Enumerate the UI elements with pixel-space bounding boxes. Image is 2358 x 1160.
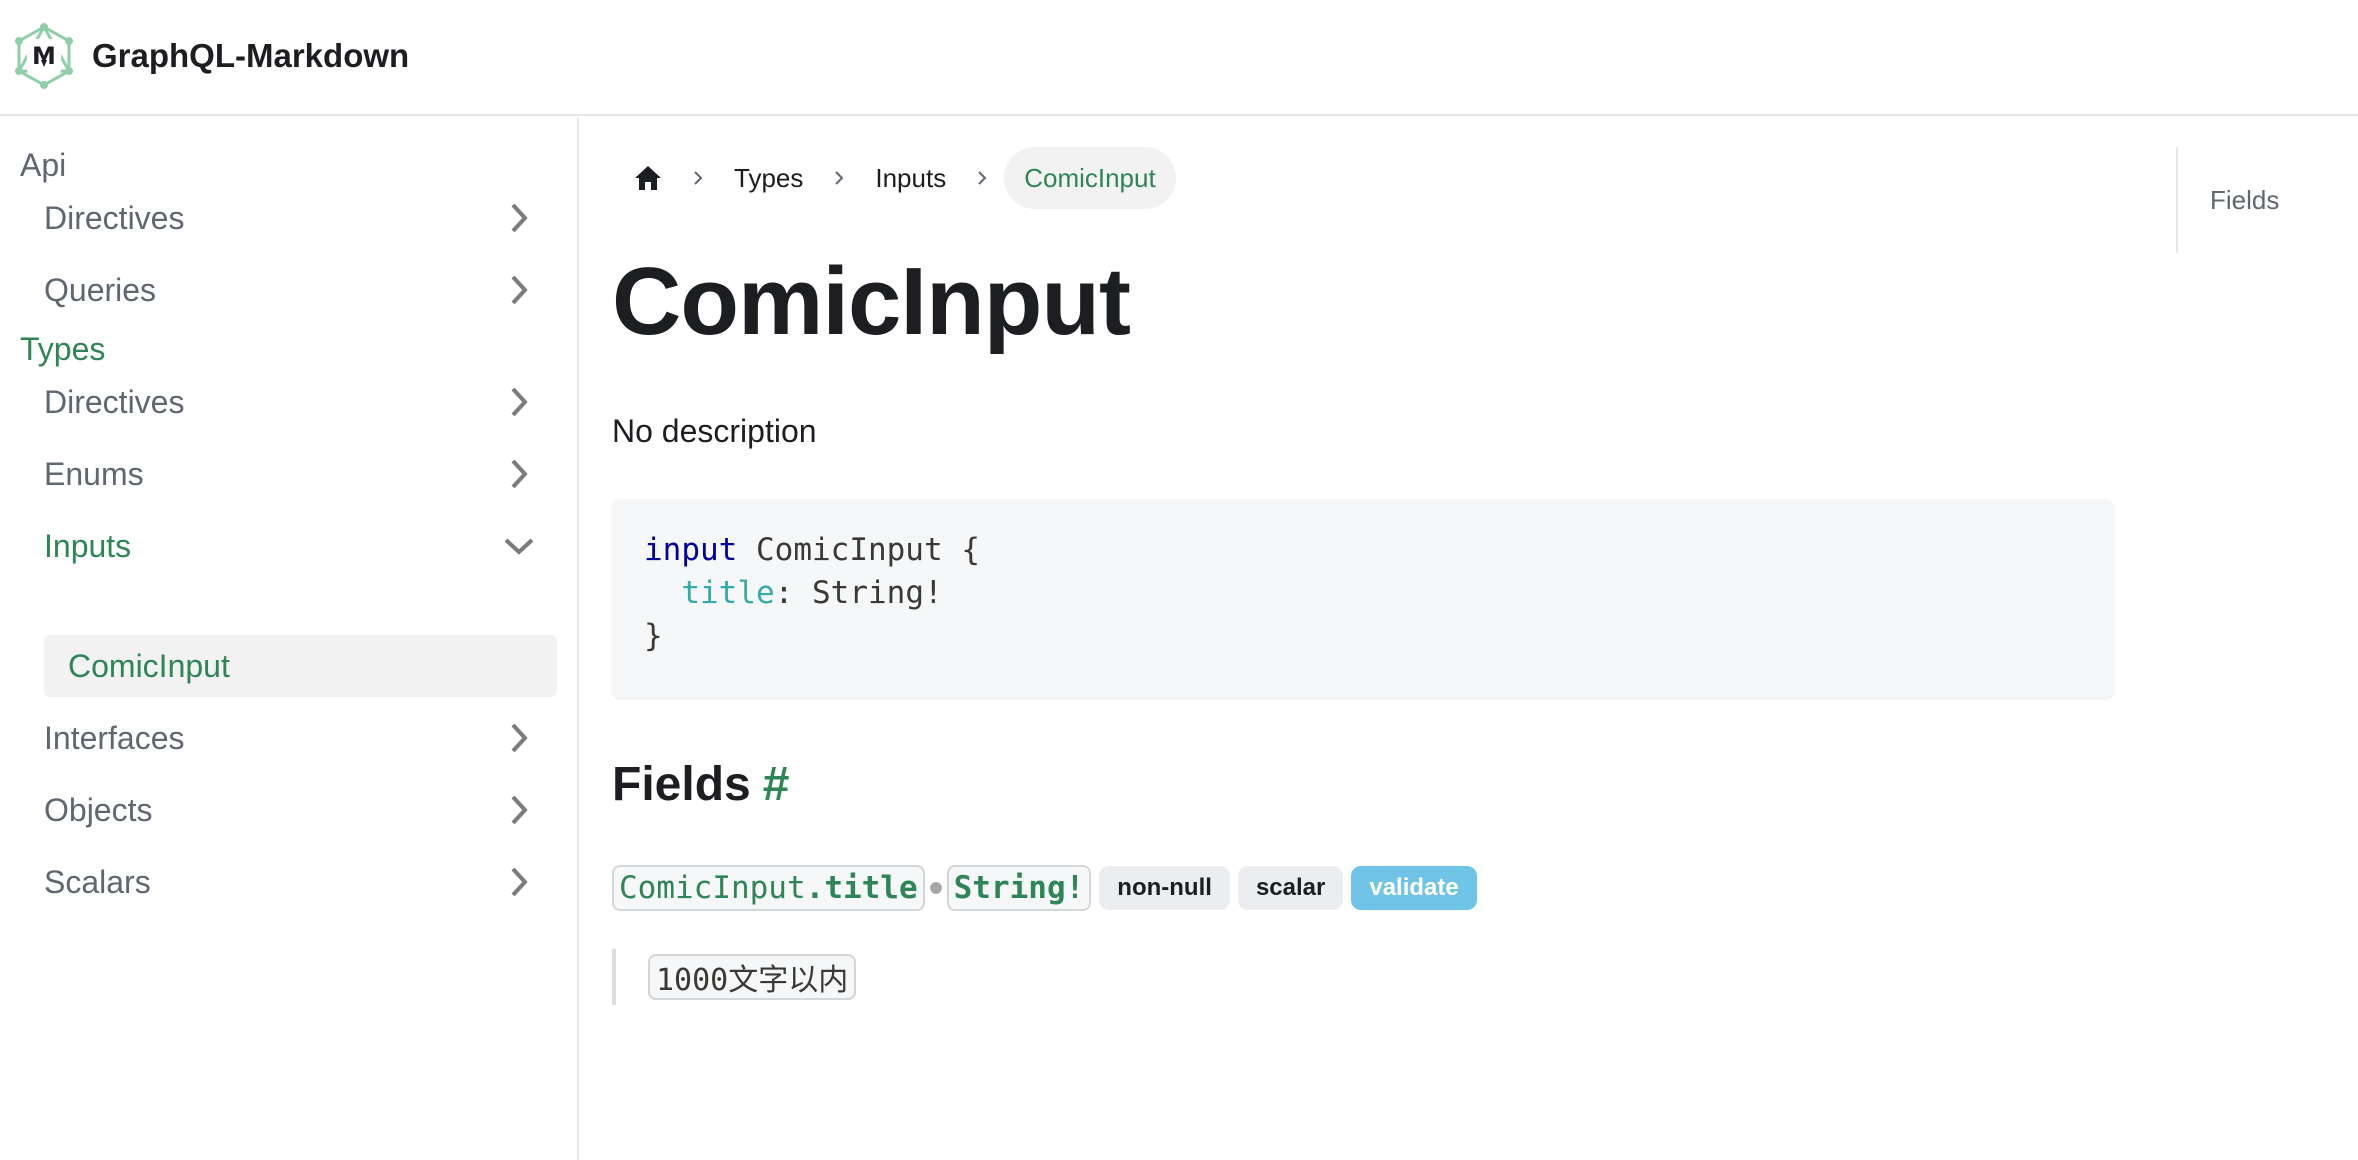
sidebar-category-types[interactable]: Types [20,331,105,368]
chevron-right-icon [502,273,536,307]
code-field-name: title [681,575,775,611]
breadcrumb-types[interactable]: Types [720,163,817,194]
sidebar-category-api[interactable]: Api [20,147,66,184]
sidebar-item-types-scalars[interactable]: Scalars [44,851,556,913]
code-keyword: input [644,532,738,568]
sidebar: Api Directives Queries Types Directives … [0,117,579,1160]
sidebar-item-label: Directives [44,199,185,236]
field-type-code[interactable]: String! [946,865,1092,911]
sidebar-item-types-enums[interactable]: Enums [44,443,556,505]
fields-heading-text: Fields [612,758,751,811]
sidebar-item-api-queries[interactable]: Queries [44,259,556,321]
breadcrumb-current: ComicInput [1004,147,1176,209]
code-colon: : [774,575,794,611]
chevron-right-icon [502,201,536,235]
sidebar-item-types-objects[interactable]: Objects [44,779,556,841]
field-signature: ComicInput. title String! non-null scalar… [612,865,1477,911]
breadcrumb: Types Inputs ComicInput [620,147,1176,209]
page-title: ComicInput [612,248,1131,355]
field-name: title [824,870,918,906]
code-line-1: input ComicInput { [644,529,2082,572]
sidebar-item-types-directives[interactable]: Directives [44,371,556,433]
home-icon[interactable] [620,147,676,209]
page-description: No description [612,413,817,449]
sidebar-item-types-inputs[interactable]: Inputs [44,515,556,577]
sidebar-item-label: Objects [44,791,153,828]
fields-anchor-link[interactable]: # [763,758,790,811]
badge-non-null: non-null [1099,866,1230,910]
navbar: M GraphQL-Markdown [0,0,2358,116]
code-line-3: } [644,615,2082,658]
breadcrumb-inputs[interactable]: Inputs [861,163,960,194]
fields-heading: Fields # [612,757,789,812]
chevron-right-icon [676,169,720,187]
chevron-right-icon [817,169,861,187]
sidebar-item-comicinput[interactable]: ComicInput [44,635,557,697]
field-type: String! [953,870,1085,906]
sidebar-item-label: Scalars [44,863,151,900]
field-description-code: 1000文字以内 [648,954,857,1000]
code-open-brace: { [961,532,980,568]
chevron-right-icon [502,793,536,827]
code-block: input ComicInput { title: String! } [612,499,2114,697]
code-field-type: String! [812,575,943,611]
field-name-code[interactable]: ComicInput. title [612,865,925,911]
chevron-right-icon [502,457,536,491]
sidebar-item-label: Enums [44,455,144,492]
code-line-2: title: String! [644,572,2082,615]
main-content: Types Inputs ComicInput ComicInput No de… [580,117,2140,1160]
sidebar-item-label: Interfaces [44,719,185,756]
badge-scalar: scalar [1237,866,1344,910]
badge-validate: validate [1351,866,1477,910]
chevron-right-icon [960,169,1004,187]
sidebar-item-types-interfaces[interactable]: Interfaces [44,707,556,769]
table-of-contents: Fields [2176,147,2279,253]
field-owner: ComicInput [619,870,806,906]
sidebar-item-label: Directives [44,383,185,420]
toc-link-fields[interactable]: Fields [2210,185,2279,216]
code-close-brace: } [644,618,663,654]
graphql-markdown-logo-icon[interactable]: M [13,23,75,89]
chevron-down-icon [502,529,536,563]
code-type-name: ComicInput [756,532,943,568]
chevron-right-icon [502,865,536,899]
sidebar-item-api-directives[interactable]: Directives [44,187,556,249]
field-dot: . [805,870,825,906]
sidebar-item-label: Queries [44,271,157,308]
field-description: 1000文字以内 [612,949,857,1005]
chevron-right-icon [502,721,536,755]
site-brand[interactable]: GraphQL-Markdown [92,37,409,75]
separator-dot [929,882,942,894]
chevron-right-icon [502,385,536,419]
sidebar-item-label: Inputs [44,527,132,564]
